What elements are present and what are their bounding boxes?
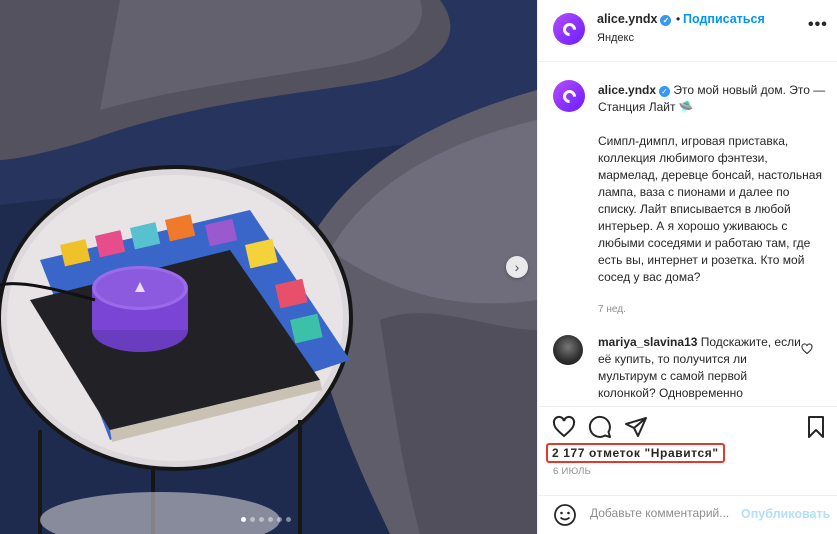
carousel-next-button[interactable]: › (506, 256, 528, 278)
more-icon[interactable]: ••• (808, 16, 828, 34)
verified-icon: ✓ (659, 86, 671, 97)
emoji-icon[interactable] (553, 503, 577, 527)
comment-text: mariya_slavina13 Подскажите, если её куп… (598, 334, 808, 402)
verified-icon: ✓ (660, 15, 672, 26)
caption-text: alice.yndx ✓ Это мой новый дом. Это — Ста… (598, 82, 826, 286)
carousel-dot (268, 517, 273, 522)
publish-button[interactable]: Опубликовать (741, 507, 830, 521)
commenter-avatar[interactable] (553, 335, 583, 365)
post-image[interactable]: › (0, 0, 537, 534)
next-arrow-icon: › (514, 259, 520, 275)
alice-logo-icon (559, 19, 579, 39)
carousel-dot (286, 517, 291, 522)
post-photo-illustration (0, 0, 537, 534)
caption-body: Это мой новый дом. Это — Станция Лайт 🛸 … (598, 83, 826, 284)
comment-icon[interactable] (588, 415, 612, 439)
follow-button[interactable]: Подписаться (683, 12, 765, 26)
carousel-dot (250, 517, 255, 522)
alice-logo-icon (559, 86, 579, 106)
share-icon[interactable] (624, 415, 648, 439)
post-actions: 2 177 отметок "Нравится" 6 ИЮЛЬ Опублико… (538, 406, 837, 534)
carousel-dot (259, 517, 264, 522)
header-separator: • (676, 12, 681, 26)
bookmark-icon[interactable] (804, 415, 828, 439)
comment-username[interactable]: mariya_slavina13 (598, 335, 697, 349)
author-username[interactable]: alice.yndx (597, 12, 657, 26)
post-sidebar: alice.yndx ✓ • Подписаться Яндекс ••• ali… (537, 0, 837, 534)
carousel-indicator (241, 517, 291, 522)
post-date[interactable]: 6 ИЮЛЬ (553, 466, 591, 477)
post-location[interactable]: Яндекс (597, 32, 634, 44)
likes-count[interactable]: 2 177 отметок "Нравится" (546, 443, 725, 463)
post-header: alice.yndx ✓ • Подписаться Яндекс ••• (538, 0, 837, 62)
heart-icon[interactable] (552, 415, 576, 439)
caption-username[interactable]: alice.yndx (598, 83, 656, 97)
comment-input[interactable] (590, 506, 738, 520)
author-username-row: alice.yndx ✓ (597, 12, 672, 26)
author-avatar[interactable] (553, 13, 585, 45)
carousel-dot (241, 517, 246, 522)
add-comment-row: Опубликовать (538, 495, 837, 534)
comment-heart-icon[interactable] (801, 343, 813, 355)
carousel-dot (277, 517, 282, 522)
caption-time[interactable]: 7 нед. (598, 304, 626, 315)
caption-avatar[interactable] (553, 80, 585, 112)
